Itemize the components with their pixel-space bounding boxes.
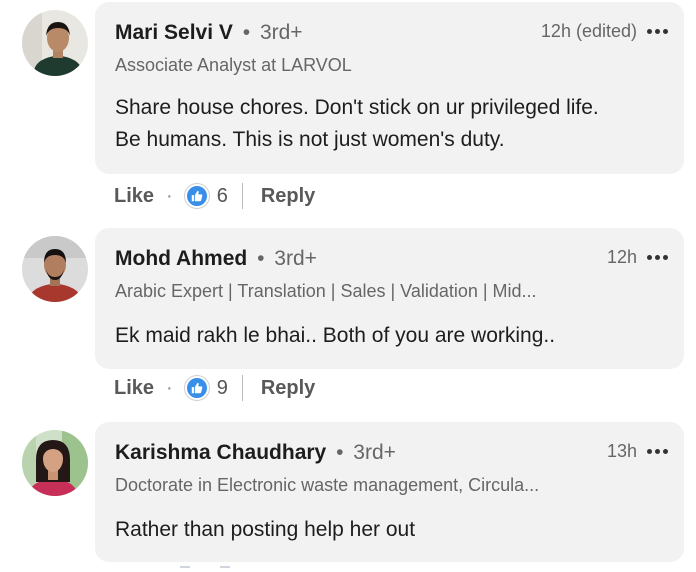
comment-meta: 12h (607, 244, 668, 270)
author-headline: Arabic Expert | Translation | Sales | Va… (115, 281, 537, 301)
author-headline: Associate Analyst at LARVOL (115, 55, 352, 75)
author-name[interactable]: Mari Selvi V (115, 21, 233, 44)
thumbs-up-icon[interactable] (184, 184, 209, 208)
connection-degree: 3rd+ (353, 441, 396, 464)
author-row: Karishma Chaudhary • 3rd+ (115, 440, 396, 466)
avatar[interactable] (22, 10, 88, 76)
comment-meta: 13h (607, 438, 668, 464)
action-separator: · (166, 376, 173, 399)
comment-meta: 12h (edited) (541, 18, 668, 44)
comment-text-line: Share house chores. Don't stick on ur pr… (115, 96, 599, 119)
action-separator: · (166, 184, 173, 207)
comment-text: Share house chores. Don't stick on ur pr… (115, 92, 675, 156)
connection-degree: 3rd+ (259, 21, 303, 44)
more-horizontal-icon[interactable] (647, 28, 668, 34)
avatar[interactable] (22, 236, 88, 302)
reply-button[interactable]: Reply (261, 185, 315, 208)
comment-text: Ek maid rakh le bhai.. Both of you are w… (115, 320, 675, 352)
comment-actions: Like · 9 Reply (114, 375, 315, 401)
more-horizontal-icon[interactable] (647, 254, 668, 260)
author-row: Mohd Ahmed • 3rd+ (115, 246, 317, 272)
comment-text-line: Ek maid rakh le bhai.. Both of you are w… (115, 324, 556, 347)
action-divider (241, 375, 243, 401)
like-button[interactable]: Like (114, 377, 154, 400)
comment-bubble: Karishma Chaudhary • 3rd+ Doctorate in E… (95, 422, 684, 562)
comment-text: Rather than posting help her out (115, 514, 675, 546)
author-name[interactable]: Karishma Chaudhary (115, 441, 326, 464)
comment-text-line: Be humans. This is not just women's duty… (115, 128, 505, 151)
comment-timestamp: 13h (606, 441, 637, 461)
comments-section: Mari Selvi V • 3rd+ Associate Analyst at… (0, 0, 696, 572)
author-headline: Doctorate in Electronic waste management… (115, 475, 540, 495)
reaction-count[interactable]: 6 (217, 185, 228, 208)
more-horizontal-icon[interactable] (647, 448, 668, 454)
comment-text-line: Rather than posting help her out (115, 518, 416, 541)
connection-degree: 3rd+ (274, 247, 317, 270)
reaction-count[interactable]: 9 (217, 377, 228, 400)
name-separator: • (336, 441, 344, 464)
comment-timestamp: 12h (606, 247, 637, 267)
comment-actions: Like · 6 Reply (114, 183, 315, 209)
action-divider (241, 183, 243, 209)
author-row: Mari Selvi V • 3rd+ (115, 20, 303, 46)
name-separator: • (242, 21, 251, 44)
thumbs-up-icon[interactable] (184, 376, 209, 400)
cut-off-actions-edge (180, 566, 260, 568)
like-button[interactable]: Like (114, 185, 154, 208)
comment-bubble: Mari Selvi V • 3rd+ Associate Analyst at… (95, 2, 684, 174)
author-name[interactable]: Mohd Ahmed (115, 247, 247, 270)
name-separator: • (257, 247, 265, 270)
comment-timestamp: 12h (edited) (540, 21, 637, 41)
comment-bubble: Mohd Ahmed • 3rd+ Arabic Expert | Transl… (95, 228, 684, 369)
reply-button[interactable]: Reply (261, 377, 315, 400)
avatar[interactable] (22, 430, 88, 496)
